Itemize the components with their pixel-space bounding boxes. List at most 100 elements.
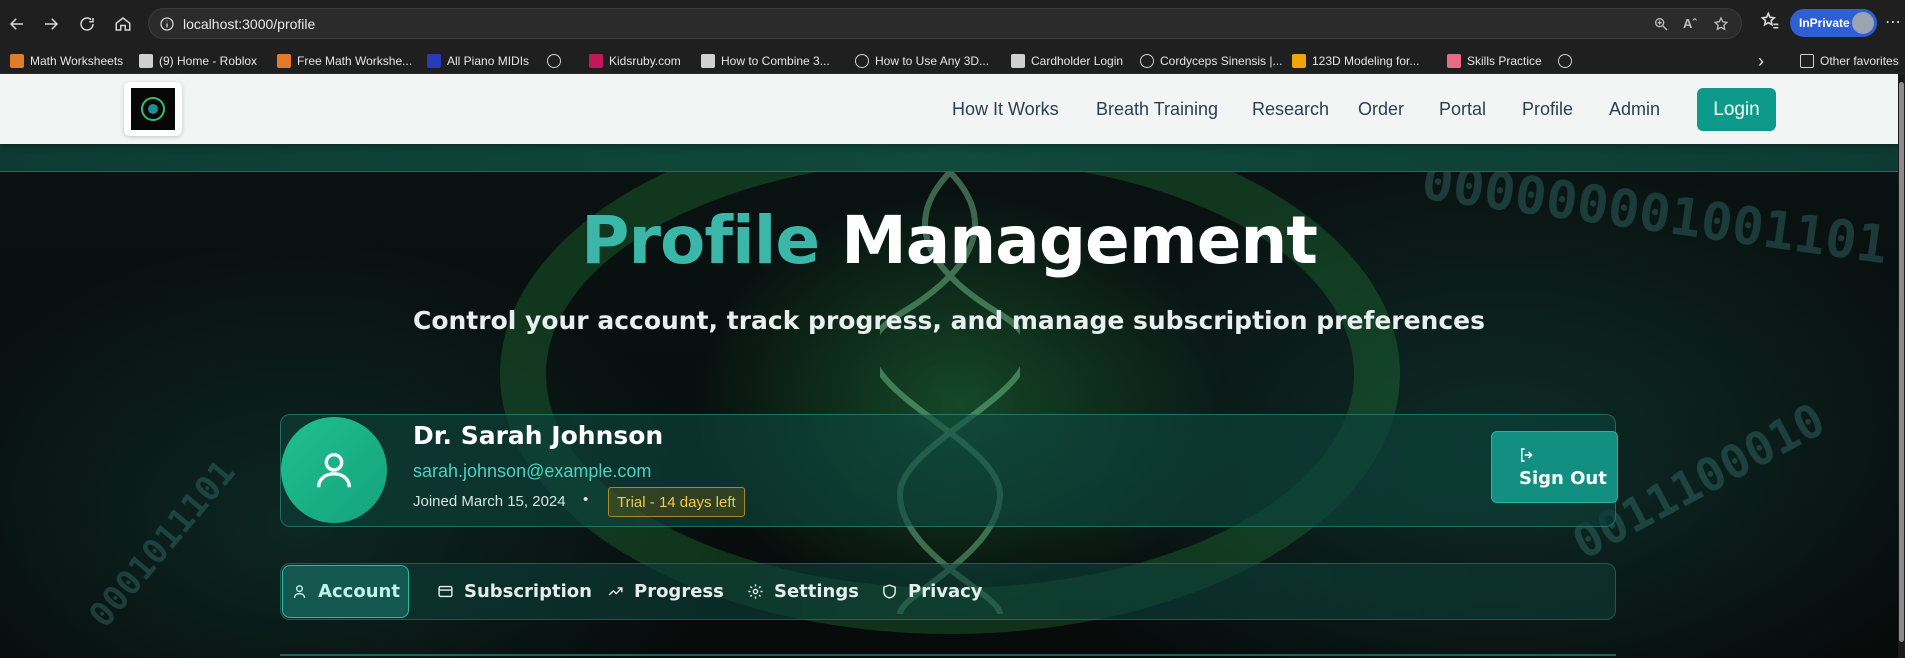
bookmark-item[interactable]: Skills Practice — [1447, 52, 1542, 70]
bookmark-item[interactable]: 123D Modeling for... — [1292, 52, 1419, 70]
bookmark-label: Kidsruby.com — [609, 54, 681, 68]
next-section-edge — [280, 654, 1616, 658]
refresh-icon[interactable] — [74, 11, 100, 37]
url-text[interactable]: localhost:3000/profile — [183, 16, 315, 32]
tab-account[interactable]: Account — [282, 565, 409, 618]
profile-avatar-icon — [1852, 12, 1874, 34]
zoom-icon[interactable] — [1653, 16, 1669, 32]
bookmark-item[interactable]: All Piano MIDIs — [427, 52, 529, 70]
nav-portal[interactable]: Portal — [1439, 99, 1486, 120]
profile-name: Dr. Sarah Johnson — [413, 421, 664, 450]
sign-out-label: Sign Out — [1519, 468, 1607, 489]
sign-out-button[interactable]: Sign Out — [1491, 431, 1618, 503]
tab-settings[interactable]: Settings — [747, 564, 859, 619]
tab-label: Privacy — [908, 581, 983, 602]
profile-card: Dr. Sarah Johnson sarah.johnson@example.… — [280, 414, 1618, 527]
bookmark-favicon-icon — [1447, 54, 1461, 68]
bookmark-favicon-icon — [277, 54, 291, 68]
bookmark-label: 123D Modeling for... — [1312, 54, 1420, 68]
inprivate-label: InPrivate — [1799, 16, 1850, 30]
bookmark-label: Math Worksheets — [30, 54, 124, 68]
bookmark-item[interactable] — [1558, 52, 1578, 70]
bookmark-label: All Piano MIDIs — [447, 54, 530, 68]
bookmark-favicon-icon — [10, 54, 24, 68]
forward-icon[interactable] — [38, 11, 64, 37]
bookmark-favicon-icon — [139, 54, 153, 68]
separator-bullet: • — [583, 491, 589, 508]
page-content: 000000001001101 0011100010 0001011101 Ho… — [0, 74, 1898, 658]
globe-icon — [1558, 54, 1572, 68]
tab-label: Settings — [774, 581, 859, 602]
bookmark-label: How to Combine 3... — [721, 54, 830, 68]
joined-date: Joined March 15, 2024 — [413, 493, 566, 510]
bookmark-favicon-icon — [427, 54, 441, 68]
more-options-icon[interactable]: ⋯ — [1885, 12, 1902, 32]
read-aloud-icon[interactable]: Aˆ — [1683, 16, 1699, 32]
bookmark-item[interactable]: Math Worksheets — [10, 52, 123, 70]
bookmark-label: Cardholder Login — [1031, 54, 1124, 68]
bookmark-item[interactable]: How to Combine 3... — [701, 52, 830, 70]
nav-how-it-works[interactable]: How It Works — [952, 99, 1059, 120]
nav-admin[interactable]: Admin — [1609, 99, 1660, 120]
chevron-right-icon[interactable]: › — [1758, 51, 1764, 71]
binary-background-text: 0001011101 — [81, 452, 244, 636]
globe-icon — [547, 54, 561, 68]
nav-breath-training[interactable]: Breath Training — [1096, 99, 1218, 120]
page-title-accent: Profile — [581, 202, 820, 279]
page-title: Profile Management — [0, 202, 1898, 279]
other-favorites-label: Other favorites — [1820, 54, 1899, 68]
bookmark-item[interactable]: (9) Home - Roblox — [139, 52, 257, 70]
profile-email: sarah.johnson@example.com — [413, 461, 652, 481]
nav-research[interactable]: Research — [1252, 99, 1329, 120]
tab-progress[interactable]: Progress — [607, 564, 724, 619]
globe-icon — [855, 54, 869, 68]
page-subtitle: Control your account, track progress, an… — [412, 306, 1486, 335]
bookmark-item[interactable]: How to Use Any 3D... — [855, 52, 989, 70]
login-button[interactable]: Login — [1697, 88, 1776, 131]
tab-label: Subscription — [464, 581, 592, 602]
home-icon[interactable] — [110, 11, 136, 37]
bookmark-label: (9) Home - Roblox — [159, 54, 258, 68]
inprivate-button[interactable]: InPrivate — [1790, 9, 1877, 37]
other-favorites[interactable]: Other favorites — [1800, 52, 1899, 70]
site-logo[interactable] — [124, 82, 182, 136]
globe-icon — [1140, 54, 1154, 68]
browser-toolbar: localhost:3000/profile Aˆ InPrivate ⋯ — [0, 0, 1905, 47]
trial-status-badge: Trial - 14 days left — [608, 487, 745, 517]
bookmark-item[interactable]: Cordyceps Sinensis |... — [1140, 52, 1283, 70]
bookmark-item[interactable] — [547, 52, 567, 70]
tab-label: Progress — [634, 581, 724, 602]
bookmark-favicon-icon — [589, 54, 603, 68]
logout-icon — [1521, 448, 1533, 462]
favorites-icon[interactable] — [1760, 11, 1780, 31]
bookmark-item[interactable]: Kidsruby.com — [589, 52, 681, 70]
info-icon[interactable] — [159, 16, 175, 32]
page-scrollbar[interactable] — [1898, 74, 1905, 658]
bookmark-favicon-icon — [1292, 54, 1306, 68]
nav-profile[interactable]: Profile — [1522, 99, 1573, 120]
bookmark-favicon-icon — [1011, 54, 1025, 68]
tab-privacy[interactable]: Privacy — [881, 564, 983, 619]
bookmarks-bar: Math Worksheets (9) Home - Roblox Free Mat… — [0, 47, 1905, 74]
credit-card-icon — [438, 585, 453, 598]
header-subbar — [0, 144, 1898, 172]
page-title-rest: Management — [841, 202, 1318, 279]
bookmark-label: Free Math Workshe... — [297, 54, 413, 68]
nav-order[interactable]: Order — [1358, 99, 1404, 120]
bookmark-item[interactable]: Free Math Workshe... — [277, 52, 412, 70]
tab-subscription[interactable]: Subscription — [437, 564, 592, 619]
folder-icon — [1800, 54, 1814, 68]
user-icon — [316, 452, 352, 488]
trending-up-icon — [608, 587, 623, 596]
scrollbar-thumb[interactable] — [1899, 82, 1904, 642]
gear-icon — [748, 584, 763, 599]
address-bar[interactable]: localhost:3000/profile Aˆ — [148, 8, 1742, 39]
favorite-star-icon[interactable] — [1713, 16, 1729, 32]
bookmark-label: Cordyceps Sinensis |... — [1160, 54, 1283, 68]
bookmark-favicon-icon — [701, 54, 715, 68]
bookmark-label: Skills Practice — [1467, 54, 1542, 68]
back-icon[interactable] — [4, 11, 30, 37]
bookmark-item[interactable]: Cardholder Login — [1011, 52, 1123, 70]
bookmark-label: How to Use Any 3D... — [875, 54, 990, 68]
avatar — [281, 417, 387, 523]
